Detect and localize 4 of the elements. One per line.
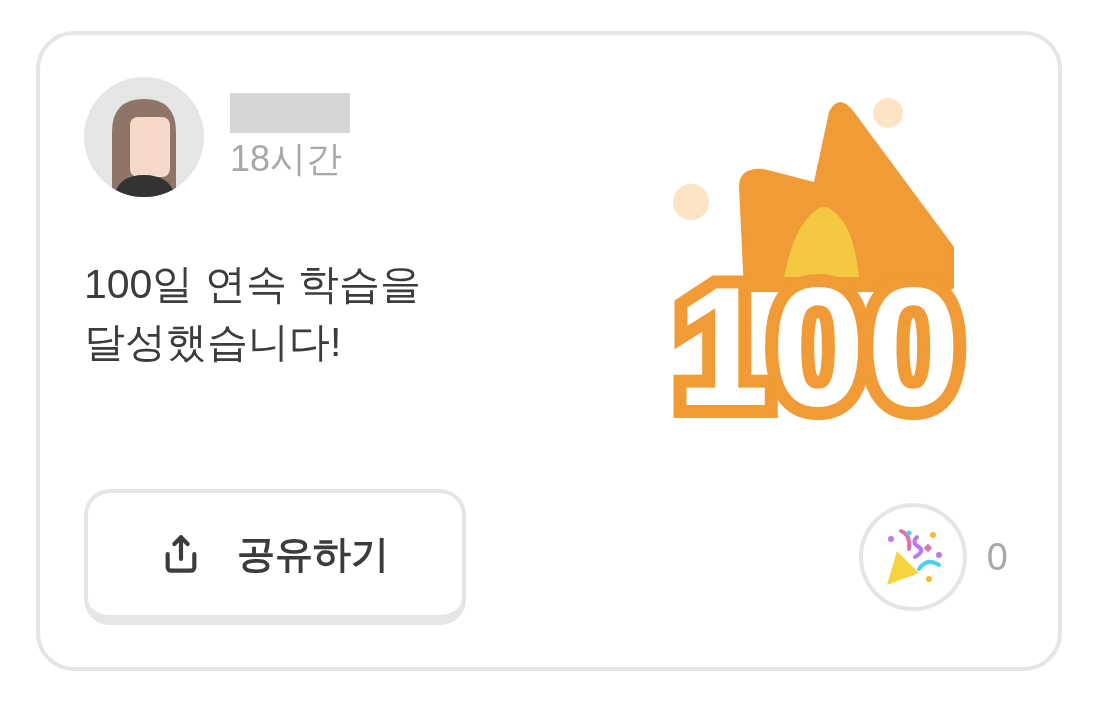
post-time: 18시간 xyxy=(230,137,344,181)
post-message: 100일 연속 학습을 달성했습니다! xyxy=(84,260,423,367)
share-button[interactable]: 공유하기 xyxy=(84,489,466,625)
reaction-count: 0 xyxy=(986,534,1008,580)
